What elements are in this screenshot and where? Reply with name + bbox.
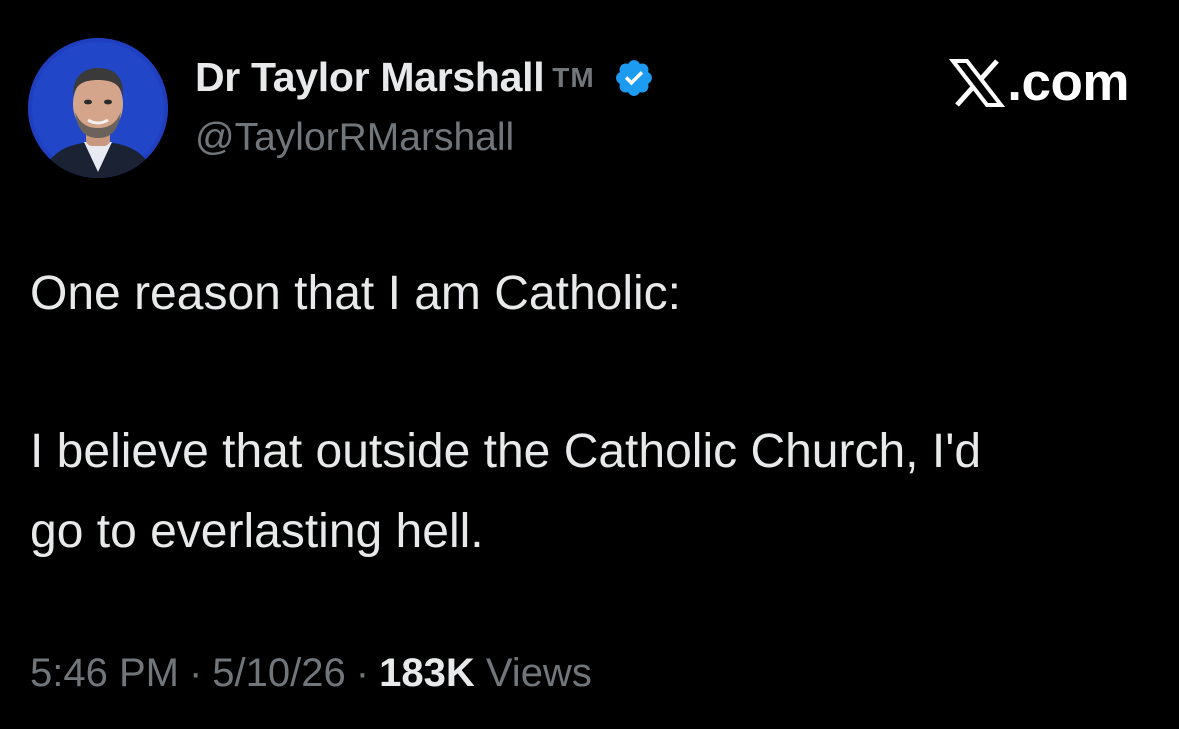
tweet-card: Dr Taylor Marshall TM @TaylorRMarshall .… (0, 0, 1179, 729)
separator-dot: · (188, 651, 203, 695)
separator-dot: · (355, 651, 370, 695)
author-display-name[interactable]: Dr Taylor Marshall (195, 54, 545, 101)
views-label: Views (485, 651, 592, 695)
trademark-label: TM (552, 61, 595, 93)
author-name-row: Dr Taylor Marshall TM (195, 54, 655, 101)
profile-photo (28, 38, 168, 178)
tweet-time[interactable]: 5:46 PM (30, 651, 179, 695)
x-logo-icon (949, 58, 1006, 108)
author-handle[interactable]: @TaylorRMarshall (195, 116, 514, 160)
tweet-text-line: I believe that outside the Catholic Chur… (30, 425, 982, 478)
tweet-date[interactable]: 5/10/26 (212, 651, 345, 695)
tweet-text-line: One reason that I am Catholic: (30, 267, 681, 320)
tweet-metadata: 5:46 PM · 5/10/26 · 183K Views (30, 651, 592, 696)
avatar[interactable] (28, 38, 168, 178)
verified-badge-icon (613, 57, 655, 99)
views-count[interactable]: 183K (379, 651, 475, 695)
x-brand: .com (949, 52, 1129, 113)
tweet-text-line: go to everlasting hell. (30, 505, 484, 558)
brand-domain-label: .com (1007, 53, 1129, 112)
